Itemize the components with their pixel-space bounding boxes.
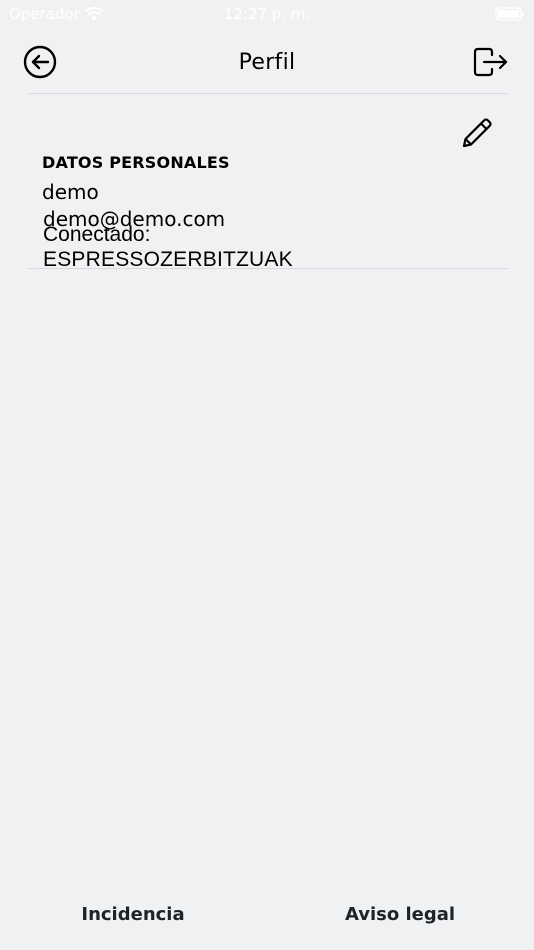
header-divider — [28, 93, 508, 94]
user-name: demo — [42, 180, 99, 204]
incidencia-button[interactable]: Incidencia — [40, 904, 226, 925]
section-heading: DATOS PERSONALES — [42, 153, 230, 172]
page-title: Perfil — [238, 50, 296, 75]
section-divider — [28, 268, 508, 269]
status-bar: Operador 12:27 p. m. — [0, 0, 534, 28]
logout-button[interactable] — [473, 46, 509, 82]
pencil-icon — [458, 116, 494, 156]
logout-icon — [473, 47, 509, 81]
edit-profile-button[interactable] — [456, 116, 496, 156]
status-time: 12:27 p. m. — [223, 5, 311, 23]
connected-label: Conectado: — [43, 223, 151, 246]
aviso-legal-button[interactable]: Aviso legal — [307, 904, 493, 925]
battery-icon — [495, 6, 525, 21]
